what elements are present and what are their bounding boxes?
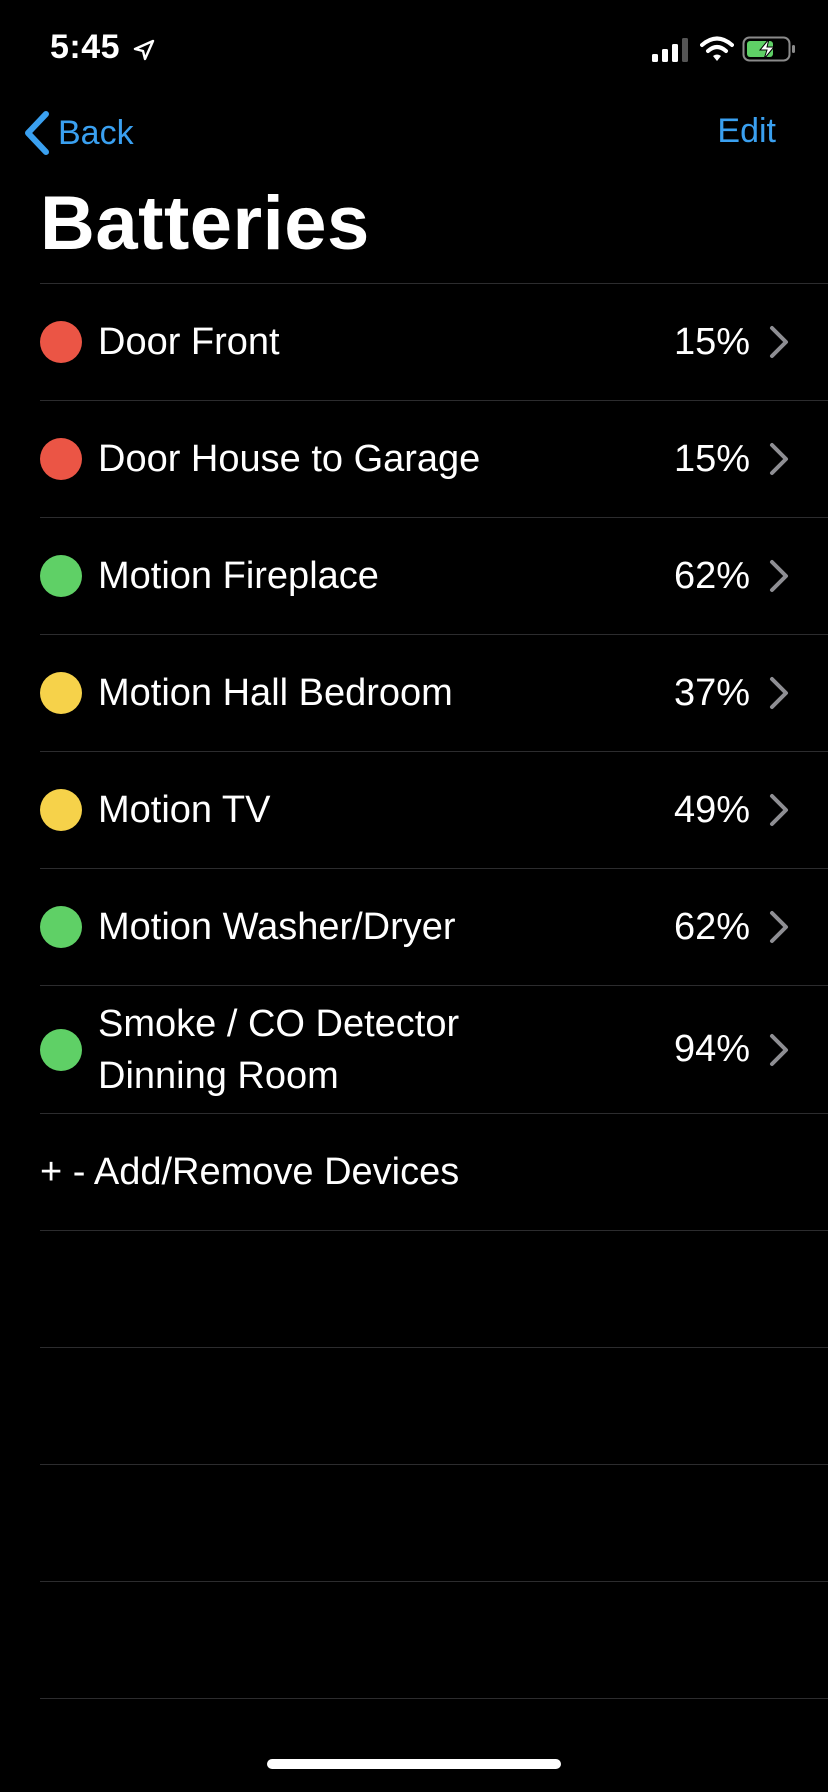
back-label: Back (58, 113, 134, 152)
empty-row (0, 1465, 828, 1581)
device-name: Motion Fireplace (98, 555, 379, 597)
status-time: 5:45 (50, 28, 121, 66)
back-button[interactable]: Back (22, 110, 134, 156)
status-dot (40, 906, 82, 948)
chevron-right-icon (770, 794, 788, 826)
status-dot (40, 555, 82, 597)
add-remove-devices-button[interactable]: + - Add/Remove Devices (0, 1114, 828, 1230)
status-dot (40, 438, 82, 480)
empty-row (0, 1348, 828, 1464)
page-title: Batteries (40, 181, 370, 266)
navigation-bar: Back Edit (0, 100, 828, 170)
divider (40, 1698, 828, 1699)
chevron-right-icon (770, 560, 788, 592)
device-name: Door House to Garage (98, 438, 481, 480)
device-name: Smoke / CO Detector Dinning Room (98, 1002, 460, 1097)
location-arrow-icon (133, 39, 155, 61)
list-item[interactable]: Motion Fireplace 62% (0, 518, 828, 634)
chevron-right-icon (770, 911, 788, 943)
cellular-signal-icon (652, 38, 688, 62)
list-item[interactable]: Door Front 15% (0, 284, 828, 400)
battery-percent: 15% (673, 437, 750, 480)
battery-percent: 62% (673, 554, 750, 597)
home-indicator[interactable] (267, 1759, 561, 1769)
device-name: Motion Hall Bedroom (98, 672, 453, 714)
device-list: Door Front 15% Door House to Garage 15% … (0, 283, 828, 1699)
edit-button[interactable]: Edit (717, 112, 776, 151)
chevron-right-icon (770, 1033, 788, 1066)
battery-percent: 62% (673, 905, 750, 948)
list-item[interactable]: Smoke / CO Detector Dinning Room 94% (0, 986, 828, 1113)
empty-row (0, 1582, 828, 1698)
device-name: Door Front (98, 321, 280, 363)
battery-charging-icon (742, 36, 795, 62)
chevron-right-icon (770, 326, 788, 358)
device-name: Motion TV (98, 789, 271, 831)
status-dot (40, 789, 82, 831)
battery-percent: 94% (673, 1028, 750, 1070)
chevron-right-icon (770, 443, 788, 475)
chevron-right-icon (770, 677, 788, 709)
list-item[interactable]: Motion Hall Bedroom 37% (0, 635, 828, 751)
status-dot (40, 321, 82, 363)
chevron-left-icon (25, 111, 49, 155)
status-bar: 5:45 (0, 0, 828, 100)
battery-percent: 37% (673, 671, 750, 714)
status-dot (40, 1028, 82, 1071)
device-name: Motion Washer/Dryer (98, 906, 456, 948)
list-item[interactable]: Door House to Garage 15% (0, 401, 828, 517)
wifi-icon (700, 36, 734, 61)
list-item[interactable]: Motion Washer/Dryer 62% (0, 869, 828, 985)
battery-percent: 49% (673, 788, 750, 831)
status-dot (40, 672, 82, 714)
list-item[interactable]: Motion TV 49% (0, 752, 828, 868)
battery-percent: 15% (673, 320, 750, 363)
empty-row (0, 1231, 828, 1347)
add-remove-label: + - Add/Remove Devices (40, 1150, 460, 1193)
